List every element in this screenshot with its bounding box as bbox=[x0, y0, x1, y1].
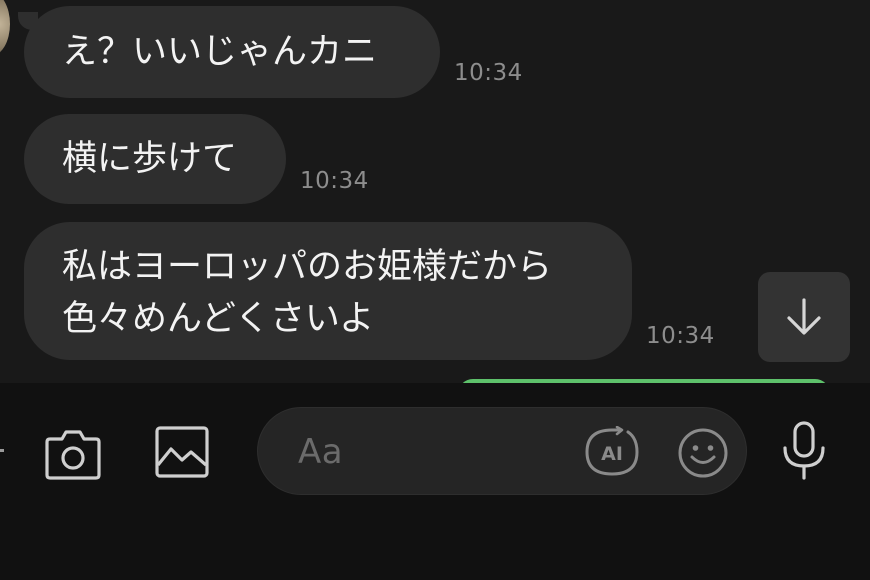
chat-screen: え？いいじゃんカニ 10:34 横に歩けて 10:34 私はヨーロッパのお姫様だ… bbox=[0, 0, 870, 580]
message-timestamp: 10:34 bbox=[646, 323, 715, 349]
message-timestamp: 10:34 bbox=[300, 168, 369, 194]
message-list[interactable]: え？いいじゃんカニ 10:34 横に歩けて 10:34 私はヨーロッパのお姫様だ… bbox=[0, 0, 870, 383]
message-text-line: 色々めんどくさいよ bbox=[62, 299, 375, 339]
image-button[interactable] bbox=[150, 422, 214, 482]
microphone-button[interactable] bbox=[776, 420, 832, 482]
camera-icon bbox=[45, 430, 101, 480]
arrow-down-icon bbox=[787, 298, 821, 335]
ai-icon: AI bbox=[585, 426, 639, 476]
message-timestamp: 10:34 bbox=[454, 60, 523, 86]
emoji-button[interactable] bbox=[676, 426, 730, 480]
message-text: 横に歩けて bbox=[62, 139, 238, 179]
message-text: え？いいじゃんカニ bbox=[62, 32, 378, 72]
ai-label: AI bbox=[601, 443, 623, 465]
image-icon bbox=[155, 426, 209, 478]
message-text-line: 私はヨーロッパのお姫様だから bbox=[62, 247, 553, 287]
message-bubble[interactable]: 横に歩けて bbox=[24, 114, 286, 204]
microphone-icon bbox=[783, 421, 825, 480]
message-bubble[interactable]: え？いいじゃんカニ bbox=[18, 6, 440, 98]
emoji-icon bbox=[678, 428, 728, 478]
scroll-to-bottom-button[interactable] bbox=[758, 272, 850, 362]
expand-icon[interactable] bbox=[0, 449, 4, 452]
avatar[interactable] bbox=[0, 0, 10, 56]
camera-button[interactable] bbox=[40, 424, 106, 484]
message-input[interactable]: Aa AI bbox=[257, 407, 747, 495]
message-input-placeholder: Aa bbox=[298, 432, 344, 472]
ai-button[interactable]: AI bbox=[584, 424, 640, 480]
message-bubble[interactable]: 私はヨーロッパのお姫様だから 色々めんどくさいよ bbox=[24, 222, 632, 360]
